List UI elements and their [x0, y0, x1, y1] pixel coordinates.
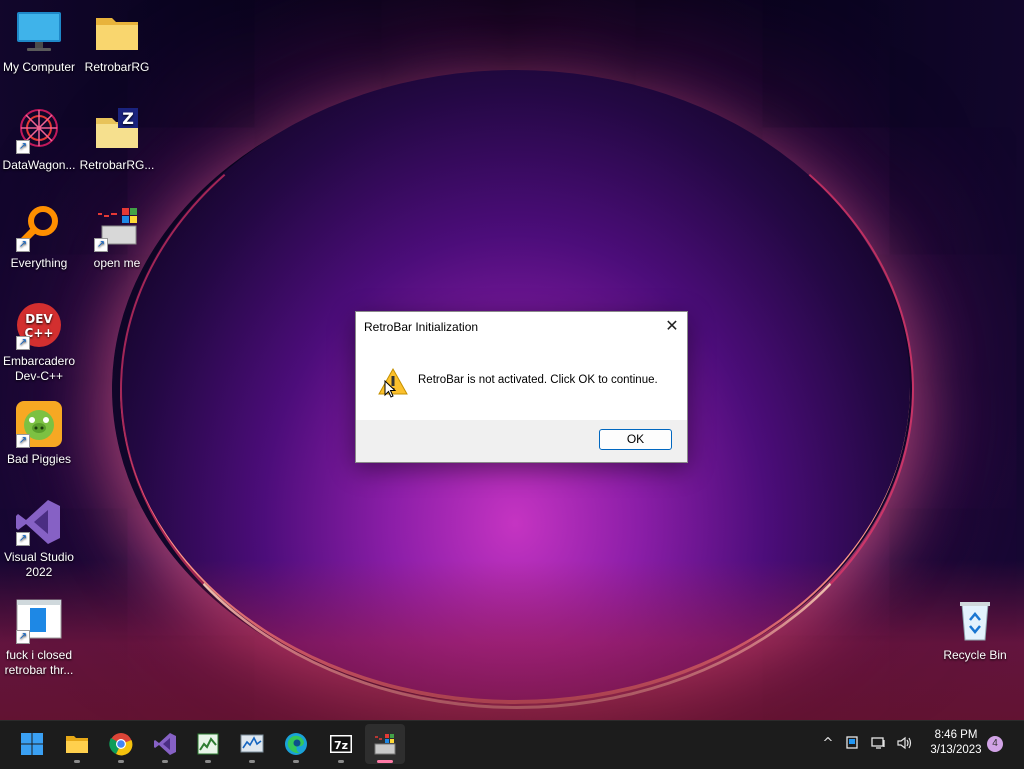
start-button[interactable]: [12, 724, 52, 764]
desktop-icon-retrobarrg-folder[interactable]: RetrobarRG: [78, 8, 156, 75]
running-indicator: [162, 760, 168, 763]
ok-button[interactable]: OK: [599, 429, 672, 450]
task-manager-icon: [196, 732, 220, 756]
text-document-icon: ↗: [14, 596, 64, 644]
retrobar-init-dialog: RetroBar Initialization ✕ RetroBar is no…: [355, 311, 688, 463]
recycle-bin-icon: [950, 596, 1000, 644]
desktop-icon-my-computer[interactable]: My Computer: [0, 8, 78, 75]
monitor-icon: [14, 8, 64, 56]
desktop-icon-label: Everything: [10, 256, 68, 270]
resource-monitor-icon: [240, 732, 264, 756]
shortcut-arrow-icon: ↗: [16, 532, 30, 546]
desktop-icon-everything[interactable]: ↗ Everything: [0, 204, 78, 271]
desktop-icon-label: Bad Piggies: [6, 452, 72, 466]
desktop-icon-label: Embarcadero Dev-C++: [2, 354, 76, 383]
taskbar-7zip[interactable]: 7z: [321, 724, 361, 764]
devcpp-icon: DEV C++ ↗: [14, 302, 64, 350]
desktop-icon-label: DataWagon...: [2, 158, 76, 172]
taskbar-clock[interactable]: 8:46 PM 3/13/2023: [918, 728, 994, 758]
retro-window-icon: ↗: [92, 204, 142, 252]
folder-icon: [92, 8, 142, 56]
active-window-indicator: [377, 760, 393, 763]
desktop-icon-label: RetrobarRG: [84, 60, 150, 74]
everything-search-icon: ↗: [14, 204, 64, 252]
desktop-icon-datawagon[interactable]: ↗ DataWagon...: [0, 106, 78, 173]
taskbar-file-explorer[interactable]: [57, 724, 97, 764]
shortcut-arrow-icon: ↗: [16, 434, 30, 448]
desktop-icon-label: fuck i closed retrobar thr...: [4, 648, 74, 677]
taskbar-resource-monitor[interactable]: [232, 724, 272, 764]
network-icon[interactable]: [871, 736, 887, 752]
taskbar-chrome[interactable]: [101, 724, 141, 764]
desktop-icon-label: Visual Studio 2022: [4, 550, 74, 579]
bad-piggies-icon: ↗: [14, 400, 64, 448]
dialog-footer: OK: [356, 420, 687, 462]
svg-text:DEV: DEV: [25, 312, 53, 326]
edge-icon: [284, 732, 308, 756]
taskbar-task-manager[interactable]: [188, 724, 228, 764]
shortcut-arrow-icon: ↗: [16, 630, 30, 644]
start-icon: [20, 732, 44, 756]
notification-badge[interactable]: 4: [987, 736, 1003, 752]
desktop-icon-label: My Computer: [2, 60, 76, 74]
svg-text:7z: 7z: [334, 739, 348, 752]
retrobar-icon: [373, 732, 397, 756]
mouse-cursor-icon: [384, 379, 397, 402]
desktop-icon-recycle-bin[interactable]: Recycle Bin: [936, 596, 1014, 663]
shortcut-arrow-icon: ↗: [16, 140, 30, 154]
running-indicator: [118, 760, 124, 763]
desktop-icon-visual-studio[interactable]: ↗ Visual Studio 2022: [0, 498, 78, 580]
taskbar-edge[interactable]: [276, 724, 316, 764]
dialog-message: RetroBar is not activated. Click OK to c…: [418, 374, 658, 386]
running-indicator: [74, 760, 80, 763]
shortcut-arrow-icon: ↗: [16, 238, 30, 252]
taskbar-visual-studio[interactable]: [145, 724, 185, 764]
taskbar-retrobar[interactable]: [365, 724, 405, 764]
svg-text:Z: Z: [122, 109, 134, 128]
running-indicator: [249, 760, 255, 763]
clock-date: 3/13/2023: [930, 744, 982, 756]
datawagon-icon: ↗: [14, 106, 64, 154]
desktop-icon-retrobarrg-zip[interactable]: Z RetrobarRG...: [78, 106, 156, 173]
shortcut-arrow-icon: ↗: [16, 336, 30, 350]
running-indicator: [338, 760, 344, 763]
shortcut-arrow-icon: ↗: [94, 238, 108, 252]
desktop-icon-open-me[interactable]: ↗ open me: [78, 204, 156, 271]
visual-studio-icon: ↗: [14, 498, 64, 546]
running-indicator: [205, 760, 211, 763]
visual-studio-icon: [153, 732, 177, 756]
desktop-icon-devcpp[interactable]: DEV C++ ↗ Embarcadero Dev-C++: [0, 302, 78, 384]
dialog-title: RetroBar Initialization: [364, 320, 479, 334]
desktop-icon-label: open me: [93, 256, 141, 270]
desktop-icon-label: Recycle Bin: [943, 648, 1007, 662]
desktop-icon-label: RetrobarRG...: [79, 158, 155, 172]
chrome-icon: [109, 732, 133, 756]
volume-icon[interactable]: [896, 736, 912, 752]
file-explorer-icon: [65, 732, 89, 756]
show-hidden-icons-chevron-icon[interactable]: ^: [820, 736, 836, 752]
desktop-icon-bad-piggies[interactable]: ↗ Bad Piggies: [0, 400, 78, 467]
desktop-icon-text-document[interactable]: ↗ fuck i closed retrobar thr...: [0, 596, 78, 678]
tablet-mode-icon[interactable]: [844, 736, 860, 752]
7zip-icon: 7z: [329, 732, 353, 756]
clock-time: 8:46 PM: [934, 729, 978, 741]
running-indicator: [293, 760, 299, 763]
zip-folder-icon: Z: [92, 106, 142, 154]
close-icon[interactable]: ✕: [657, 312, 687, 340]
